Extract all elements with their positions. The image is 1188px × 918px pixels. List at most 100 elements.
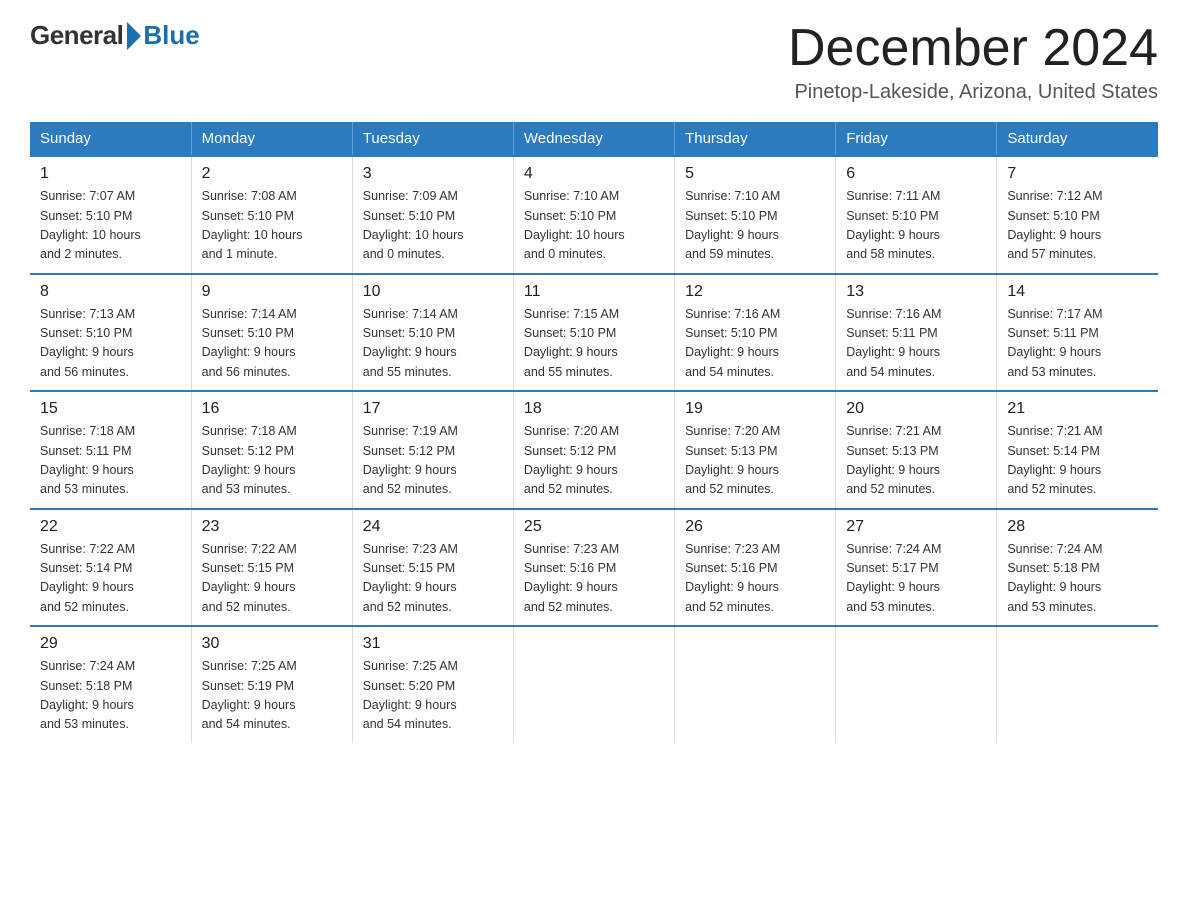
calendar-cell: 26Sunrise: 7:23 AMSunset: 5:16 PMDayligh…: [675, 509, 836, 627]
sunrise-info: Sunrise: 7:12 AM: [1007, 189, 1102, 203]
day-number: 16: [202, 400, 342, 418]
sunset-info: Sunset: 5:10 PM: [363, 209, 455, 223]
sunrise-info: Sunrise: 7:21 AM: [1007, 424, 1102, 438]
sunset-info: Sunset: 5:20 PM: [363, 679, 455, 693]
day-number: 1: [40, 165, 181, 183]
calendar-cell: 7Sunrise: 7:12 AMSunset: 5:10 PMDaylight…: [997, 156, 1158, 274]
day-number: 23: [202, 518, 342, 536]
daylight-info-line1: Daylight: 10 hours: [202, 228, 303, 242]
daylight-info-line1: Daylight: 9 hours: [685, 580, 779, 594]
day-info: Sunrise: 7:14 AMSunset: 5:10 PMDaylight:…: [363, 305, 503, 383]
day-info: Sunrise: 7:18 AMSunset: 5:11 PMDaylight:…: [40, 422, 181, 500]
day-info: Sunrise: 7:24 AMSunset: 5:17 PMDaylight:…: [846, 540, 986, 618]
daylight-info-line2: and 53 minutes.: [1007, 600, 1096, 614]
sunset-info: Sunset: 5:10 PM: [685, 326, 777, 340]
day-info: Sunrise: 7:23 AMSunset: 5:16 PMDaylight:…: [685, 540, 825, 618]
daylight-info-line2: and 52 minutes.: [524, 600, 613, 614]
sunrise-info: Sunrise: 7:16 AM: [685, 307, 780, 321]
day-info: Sunrise: 7:23 AMSunset: 5:16 PMDaylight:…: [524, 540, 664, 618]
day-number: 22: [40, 518, 181, 536]
sunrise-info: Sunrise: 7:23 AM: [524, 542, 619, 556]
day-number: 14: [1007, 283, 1148, 301]
daylight-info-line2: and 59 minutes.: [685, 247, 774, 261]
day-info: Sunrise: 7:08 AMSunset: 5:10 PMDaylight:…: [202, 187, 342, 265]
calendar-cell: 22 Sunrise: 7:22 AMSunset: 5:14 PMDayligh…: [30, 509, 191, 627]
sunset-info: Sunset: 5:10 PM: [202, 209, 294, 223]
calendar-cell: 30Sunrise: 7:25 AMSunset: 5:19 PMDayligh…: [191, 626, 352, 743]
day-number: 24: [363, 518, 503, 536]
sunset-info: Sunset: 5:16 PM: [524, 561, 616, 575]
sunset-info: Sunset: 5:10 PM: [202, 326, 294, 340]
sunrise-info: Sunrise: 7:16 AM: [846, 307, 941, 321]
calendar-cell: 28Sunrise: 7:24 AMSunset: 5:18 PMDayligh…: [997, 509, 1158, 627]
daylight-info-line2: and 52 minutes.: [685, 600, 774, 614]
day-number: 12: [685, 283, 825, 301]
daylight-info-line1: Daylight: 10 hours: [363, 228, 464, 242]
daylight-info-line1: Daylight: 9 hours: [363, 698, 457, 712]
day-info: Sunrise: 7:15 AM Sunset: 5:10 PM Daylight:…: [524, 305, 664, 383]
calendar-cell: 31 Sunrise: 7:25 AM Sunset: 5:20 PM Dayligh…: [352, 626, 513, 743]
day-number: 18: [524, 400, 664, 418]
daylight-info-line2: and 52 minutes.: [363, 600, 452, 614]
daylight-info-line2: and 54 minutes.: [685, 365, 774, 379]
calendar-cell: 10 Sunrise: 7:14 AMSunset: 5:10 PMDayligh…: [352, 274, 513, 392]
sunrise-info: Sunrise: 7:14 AM: [363, 307, 458, 321]
day-number: 31: [363, 635, 503, 653]
day-number: 30: [202, 635, 342, 653]
sunrise-info: Sunrise: 7:15 AM: [524, 307, 619, 321]
calendar-cell: 8Sunrise: 7:13 AMSunset: 5:10 PMDaylight…: [30, 274, 191, 392]
day-info: Sunrise: 7:16 AMSunset: 5:10 PMDaylight:…: [685, 305, 825, 383]
calendar-week-row: 22 Sunrise: 7:22 AMSunset: 5:14 PMDayligh…: [30, 509, 1158, 627]
daylight-info-line2: and 57 minutes.: [1007, 247, 1096, 261]
sunset-info: Sunset: 5:17 PM: [846, 561, 938, 575]
day-number: 8: [40, 283, 181, 301]
calendar-cell: 25Sunrise: 7:23 AMSunset: 5:16 PMDayligh…: [513, 509, 674, 627]
day-number: 6: [846, 165, 986, 183]
sunrise-info: Sunrise: 7:25 AM: [363, 659, 458, 673]
sunrise-info: Sunrise: 7:10 AM: [685, 189, 780, 203]
day-info: Sunrise: 7:20 AMSunset: 5:12 PMDaylight:…: [524, 422, 664, 500]
daylight-info-line2: and 0 minutes.: [524, 247, 606, 261]
calendar-cell: [997, 626, 1158, 743]
calendar-cell: 16Sunrise: 7:18 AMSunset: 5:12 PMDayligh…: [191, 391, 352, 509]
daylight-info-line1: Daylight: 9 hours: [40, 580, 134, 594]
sunrise-info: Sunrise: 7:22 AM: [40, 542, 135, 556]
daylight-info-line2: and 52 minutes.: [1007, 482, 1096, 496]
day-number: 10: [363, 283, 503, 301]
sunrise-info: Sunrise: 7:20 AM: [524, 424, 619, 438]
sunset-info: Sunset: 5:18 PM: [1007, 561, 1099, 575]
daylight-info-line1: Daylight: 9 hours: [685, 228, 779, 242]
day-header-friday: Friday: [836, 122, 997, 156]
daylight-info-line2: and 52 minutes.: [685, 482, 774, 496]
sunset-info: Sunset: 5:12 PM: [202, 444, 294, 458]
day-info: Sunrise: 7:21 AMSunset: 5:13 PMDaylight:…: [846, 422, 986, 500]
daylight-info-line1: Daylight: 9 hours: [363, 345, 457, 359]
daylight-info-line2: and 56 minutes.: [40, 365, 129, 379]
day-info: Sunrise: 7:14 AMSunset: 5:10 PMDaylight:…: [202, 305, 342, 383]
daylight-info-line1: Daylight: 9 hours: [202, 345, 296, 359]
daylight-info-line1: Daylight: 9 hours: [202, 463, 296, 477]
daylight-info-line2: and 53 minutes.: [846, 600, 935, 614]
daylight-info-line1: Daylight: 9 hours: [202, 580, 296, 594]
day-header-tuesday: Tuesday: [352, 122, 513, 156]
sunrise-info: Sunrise: 7:13 AM: [40, 307, 135, 321]
day-info: Sunrise: 7:16 AMSunset: 5:11 PMDaylight:…: [846, 305, 986, 383]
sunset-info: Sunset: 5:18 PM: [40, 679, 132, 693]
calendar-cell: 1Sunrise: 7:07 AMSunset: 5:10 PMDaylight…: [30, 156, 191, 274]
daylight-info-line2: and 53 minutes.: [202, 482, 291, 496]
sunset-info: Sunset: 5:10 PM: [524, 326, 616, 340]
daylight-info-line1: Daylight: 9 hours: [524, 345, 618, 359]
daylight-info-line1: Daylight: 9 hours: [40, 345, 134, 359]
calendar-cell: 18 Sunrise: 7:20 AMSunset: 5:12 PMDayligh…: [513, 391, 674, 509]
day-info: Sunrise: 7:22 AMSunset: 5:14 PMDaylight:…: [40, 540, 181, 618]
sunset-info: Sunset: 5:12 PM: [363, 444, 455, 458]
daylight-info-line1: Daylight: 9 hours: [40, 698, 134, 712]
logo-general-text: General: [30, 20, 123, 51]
sunrise-info: Sunrise: 7:22 AM: [202, 542, 297, 556]
calendar-cell: 21Sunrise: 7:21 AMSunset: 5:14 PMDayligh…: [997, 391, 1158, 509]
day-number: 27: [846, 518, 986, 536]
day-info: Sunrise: 7:24 AMSunset: 5:18 PMDaylight:…: [1007, 540, 1148, 618]
daylight-info-line2: and 58 minutes.: [846, 247, 935, 261]
day-info: Sunrise: 7:19 AMSunset: 5:12 PMDaylight:…: [363, 422, 503, 500]
sunset-info: Sunset: 5:15 PM: [363, 561, 455, 575]
